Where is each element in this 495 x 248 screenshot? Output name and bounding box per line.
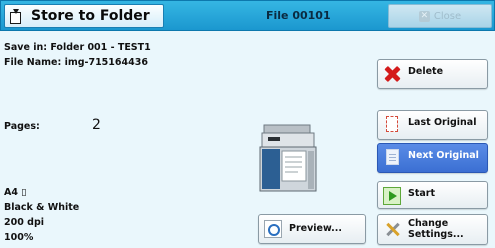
last-original-button[interactable]: Last Original xyxy=(377,110,488,140)
close-button[interactable]: ✕ Close xyxy=(388,4,492,28)
next-original-label: Next Original xyxy=(408,150,479,161)
store-to-folder-icon xyxy=(10,8,23,24)
delete-x-icon xyxy=(383,65,401,83)
paper-size-text: A4 ▯ xyxy=(4,187,27,198)
title-tab: Store to Folder xyxy=(4,4,164,28)
close-icon: ✕ xyxy=(418,10,430,22)
change-settings-line2: Settings... xyxy=(408,229,464,240)
save-in-text: Save in: Folder 001 - TEST1 xyxy=(4,42,151,53)
color-mode-text: Black & White xyxy=(4,202,80,213)
change-settings-line1: Change xyxy=(408,218,449,229)
preview-button-label: Preview... xyxy=(289,223,342,234)
file-name-text: File Name: img-715164436 xyxy=(4,57,148,68)
tools-icon xyxy=(383,220,401,238)
delete-button[interactable]: Delete xyxy=(377,59,488,89)
preview-magnifier-icon xyxy=(264,220,282,238)
pages-label: Pages: xyxy=(4,121,40,132)
resolution-text: 200 dpi xyxy=(4,217,44,228)
start-button[interactable]: Start xyxy=(377,181,488,209)
next-original-icon xyxy=(386,149,399,165)
scale-text: 100% xyxy=(4,232,34,243)
change-settings-button[interactable]: Change Settings... xyxy=(377,214,488,245)
page-title: Store to Folder xyxy=(31,8,150,24)
preview-button[interactable]: Preview... xyxy=(258,214,366,244)
pages-value: 2 xyxy=(92,117,101,133)
delete-button-label: Delete xyxy=(408,66,444,77)
close-button-label: Close xyxy=(433,10,462,22)
file-label: File 00101 xyxy=(266,9,331,22)
multifunction-printer-illustration xyxy=(259,124,317,192)
next-original-button[interactable]: Next Original xyxy=(377,143,488,173)
last-original-label: Last Original xyxy=(408,117,477,128)
start-button-label: Start xyxy=(408,188,436,199)
start-icon xyxy=(383,187,401,205)
change-settings-label: Change Settings... xyxy=(408,218,464,240)
header-bar: Store to Folder File 00101 ✕ Close xyxy=(0,0,495,31)
last-original-icon xyxy=(386,116,398,132)
